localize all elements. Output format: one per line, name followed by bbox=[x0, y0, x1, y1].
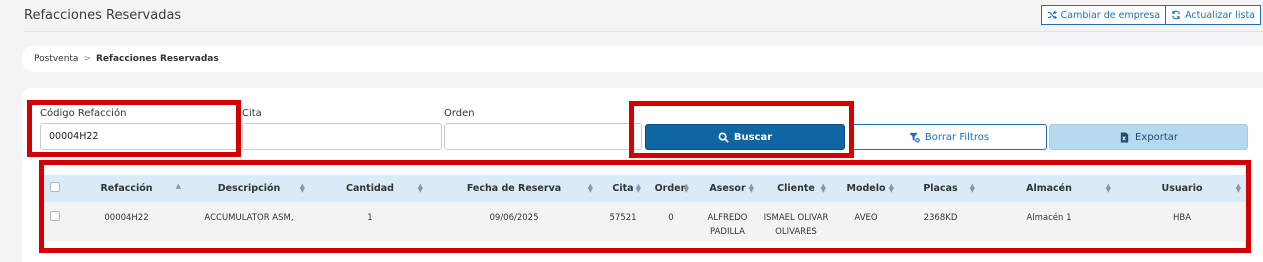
cell-asesor: ALFREDO PADILLA bbox=[695, 202, 760, 242]
search-button[interactable]: Buscar bbox=[645, 124, 845, 150]
column-header-almacen[interactable]: Almacén ▲ ▼ bbox=[981, 175, 1117, 202]
export-button-label: Exportar bbox=[1135, 131, 1178, 143]
refresh-list-button[interactable]: Actualizar lista bbox=[1166, 5, 1261, 25]
column-header-label: Orden bbox=[654, 183, 688, 194]
cell-fecha: 09/06/2025 bbox=[489, 213, 539, 223]
refresh-icon bbox=[1172, 10, 1180, 20]
page-title: Refacciones Reservadas bbox=[24, 8, 182, 23]
cell-usuario: HBA bbox=[1172, 213, 1192, 223]
excel-file-icon bbox=[1120, 131, 1129, 143]
search-button-label: Buscar bbox=[733, 131, 773, 143]
sort-icon[interactable]: ▲ ▼ bbox=[684, 183, 689, 194]
column-header-descripcion[interactable]: Descripción ▲ ▼ bbox=[187, 175, 311, 202]
column-header-modelo[interactable]: Modelo ▲ ▼ bbox=[832, 175, 900, 202]
column-header-label: Cita bbox=[612, 183, 634, 194]
column-header-asesor[interactable]: Asesor ▲ ▼ bbox=[695, 175, 760, 202]
column-header-label: Asesor bbox=[709, 183, 746, 194]
cell-almacen: Almacén 1 bbox=[1026, 213, 1072, 223]
sort-asc-icon[interactable]: ▲ bbox=[176, 183, 181, 190]
breadcrumb-postventa[interactable]: Postventa bbox=[34, 54, 78, 64]
column-header-label: Placas bbox=[923, 183, 958, 194]
sort-icon[interactable]: ▲ ▼ bbox=[1236, 183, 1241, 194]
sort-icon[interactable]: ▲ ▼ bbox=[588, 183, 593, 194]
column-header-label: Descripción bbox=[217, 183, 281, 194]
column-header-label: Fecha de Reserva bbox=[466, 183, 562, 194]
orden-input[interactable] bbox=[444, 123, 642, 150]
filter-results-panel: Código Refacción Cita Orden Buscar Borra… bbox=[22, 88, 1263, 262]
sort-icon[interactable]: ▲ ▼ bbox=[1106, 183, 1111, 194]
cell-modelo: AVEO bbox=[854, 213, 878, 223]
asesor-line: ALFREDO bbox=[707, 213, 748, 223]
orden-label: Orden bbox=[444, 108, 475, 119]
clear-filters-label: Borrar Filtros bbox=[924, 131, 990, 143]
column-header-placas[interactable]: Placas ▲ ▼ bbox=[900, 175, 981, 202]
table-header-row: Refacción ▲ Descripción ▲ ▼ Cantidad ▲ ▼ Fech… bbox=[44, 175, 1247, 202]
header-divider bbox=[24, 31, 1263, 32]
sort-icon[interactable]: ▲ ▼ bbox=[821, 183, 826, 194]
codigo-refaccion-input[interactable] bbox=[40, 123, 238, 150]
column-header-label: Cantidad bbox=[346, 183, 394, 194]
cell-descripcion: ACCUMULATOR ASM, bbox=[204, 213, 294, 223]
export-button[interactable]: Exportar bbox=[1049, 124, 1248, 150]
row-checkbox[interactable] bbox=[50, 211, 60, 221]
codigo-label: Código Refacción bbox=[40, 108, 127, 119]
sort-icon[interactable]: ▲ ▼ bbox=[418, 183, 423, 194]
cita-label: Cita bbox=[242, 108, 262, 119]
column-header-label: Usuario bbox=[1161, 183, 1203, 194]
reserved-parts-table: Refacción ▲ Descripción ▲ ▼ Cantidad ▲ ▼ Fech… bbox=[44, 175, 1247, 242]
change-company-button[interactable]: Cambiar de empresa bbox=[1040, 5, 1167, 25]
sort-icon[interactable]: ▲ ▼ bbox=[970, 183, 975, 194]
cell-placas: 2368KD bbox=[923, 213, 958, 223]
column-header-cita[interactable]: Cita ▲ ▼ bbox=[599, 175, 647, 202]
refresh-list-label: Actualizar lista bbox=[1185, 9, 1255, 21]
search-icon bbox=[718, 132, 729, 143]
clear-filters-button[interactable]: Borrar Filtros bbox=[851, 124, 1047, 150]
breadcrumb-current: Refacciones Reservadas bbox=[96, 54, 219, 64]
column-header-usuario[interactable]: Usuario ▲ ▼ bbox=[1117, 175, 1247, 202]
asesor-line: PADILLA bbox=[710, 227, 745, 237]
column-header-cliente[interactable]: Cliente ▲ ▼ bbox=[760, 175, 832, 202]
sort-icon[interactable]: ▲ ▼ bbox=[889, 183, 894, 194]
column-header-cantidad[interactable]: Cantidad ▲ ▼ bbox=[311, 175, 429, 202]
sort-icon[interactable]: ▲ ▼ bbox=[636, 183, 641, 194]
top-actions: Cambiar de empresa Actualizar lista bbox=[1040, 5, 1261, 25]
sort-icon[interactable]: ▲ ▼ bbox=[749, 183, 754, 194]
cell-cliente: ISMAEL OLIVAR OLIVARES bbox=[760, 202, 832, 242]
column-header-fecha[interactable]: Fecha de Reserva ▲ ▼ bbox=[429, 175, 599, 202]
cliente-line: ISMAEL OLIVAR bbox=[763, 213, 829, 223]
filter-clear-icon bbox=[909, 132, 920, 143]
cita-input[interactable] bbox=[242, 123, 442, 150]
cell-orden: 0 bbox=[668, 213, 674, 223]
row-checkbox-cell bbox=[44, 202, 66, 242]
sort-icon[interactable]: ▲ ▼ bbox=[300, 183, 305, 194]
cell-cantidad: 1 bbox=[367, 213, 373, 223]
table-row[interactable]: 00004H22 ACCUMULATOR ASM, 1 09/06/2025 5… bbox=[44, 202, 1247, 242]
breadcrumb-separator-icon: > bbox=[83, 54, 91, 64]
column-header-refaccion[interactable]: Refacción ▲ bbox=[66, 175, 187, 202]
change-company-label: Cambiar de empresa bbox=[1060, 9, 1161, 21]
cell-cita: 57521 bbox=[609, 213, 637, 223]
select-all-checkbox-cell bbox=[44, 175, 66, 202]
select-all-checkbox[interactable] bbox=[50, 182, 60, 192]
column-header-label: Cliente bbox=[777, 183, 815, 194]
column-header-label: Almacén bbox=[1026, 183, 1072, 194]
column-header-orden[interactable]: Orden ▲ ▼ bbox=[647, 175, 695, 202]
column-header-label: Modelo bbox=[846, 183, 886, 194]
shuffle-icon bbox=[1047, 10, 1057, 20]
breadcrumb: Postventa > Refacciones Reservadas bbox=[22, 46, 1263, 72]
cell-refaccion: 00004H22 bbox=[104, 213, 149, 223]
cliente-line: OLIVARES bbox=[775, 227, 817, 237]
column-header-label: Refacción bbox=[100, 183, 153, 194]
